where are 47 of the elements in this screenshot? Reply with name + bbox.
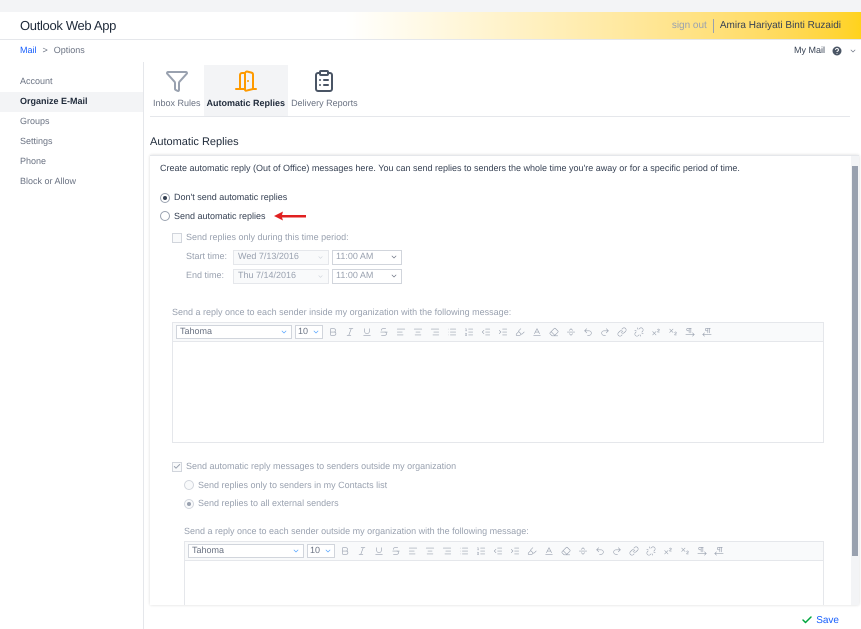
radio-label: Send automatic replies — [174, 210, 266, 223]
breadcrumb-current: Options — [54, 44, 85, 58]
funnel-icon — [164, 68, 189, 92]
app-logo: Outlook Web App — [20, 16, 116, 35]
link-icon[interactable] — [615, 325, 629, 339]
radio-label: Send replies to all external senders — [198, 497, 339, 510]
description-text: Create automatic reply (Out of Office) messages here. You can send replies to senders the whole time you're away or for a specific period of time. — [160, 162, 741, 175]
left-to-right-icon[interactable] — [683, 325, 697, 339]
right-to-left-icon[interactable] — [700, 325, 714, 339]
breadcrumb-link[interactable]: Mail — [20, 44, 37, 58]
options-tab[interactable]: Inbox Rules — [150, 65, 204, 116]
section-title: Automatic Replies — [150, 135, 240, 150]
unlink-icon[interactable] — [644, 544, 658, 558]
checkbox-label: Send replies only during this time period: — [186, 231, 349, 244]
time-label: Start time: — [186, 250, 228, 264]
left-to-right-icon[interactable] — [695, 544, 709, 558]
message-label: Send a reply once to each sender outside my organization with the following message: — [184, 524, 530, 538]
sidebar-item[interactable]: Block or Allow — [0, 172, 143, 192]
radio-button[interactable] — [160, 192, 170, 203]
sidebar-item[interactable]: Account — [0, 72, 143, 92]
breadcrumb-separator: > — [42, 44, 48, 58]
unlink-icon[interactable] — [632, 325, 646, 339]
checkmark-icon — [801, 614, 814, 626]
help-icon[interactable] — [831, 45, 843, 57]
my-mail-link[interactable]: My Mail — [794, 44, 825, 58]
right-to-left-icon[interactable] — [712, 544, 726, 558]
sidebar-item[interactable]: Settings — [0, 132, 143, 152]
options-tab[interactable]: Delivery Reports — [288, 65, 361, 116]
eraser-icon[interactable] — [547, 325, 561, 339]
radio-label: Send replies only to senders in my Contacts list — [198, 478, 388, 492]
checkbox-label: Send automatic reply messages to senders outside my organization — [186, 460, 456, 473]
options-tab[interactable]: Automatic Replies — [204, 65, 288, 116]
link-icon[interactable] — [627, 544, 641, 558]
radio-label: Don't send automatic replies — [174, 191, 288, 204]
save-button[interactable]: Save — [801, 612, 839, 628]
sidebar-item[interactable]: Organize E-Mail — [0, 92, 143, 112]
sidebar-item[interactable]: Groups — [0, 112, 143, 132]
message-label: Send a reply once to each sender inside my organization with the following message: — [172, 306, 512, 319]
sidebar-item[interactable]: Phone — [0, 152, 143, 172]
eraser-icon[interactable] — [559, 544, 573, 558]
user-name: Amira Hariyati Binti Ruzaidi — [720, 19, 841, 33]
time-label: End time: — [186, 269, 226, 282]
door-icon — [234, 68, 258, 92]
caret-icon[interactable] — [849, 47, 857, 55]
radio-button[interactable] — [160, 211, 170, 222]
annotation-arrow — [272, 211, 307, 222]
scrollbar[interactable] — [851, 156, 859, 604]
